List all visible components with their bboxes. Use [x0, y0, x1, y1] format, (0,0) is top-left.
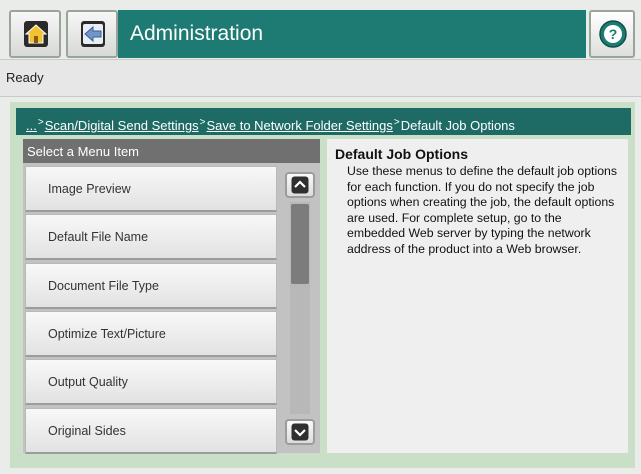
breadcrumb-ellipsis[interactable]: ... [26, 118, 37, 133]
menu-item-document-file-type[interactable]: Document File Type [25, 263, 277, 309]
menu-list: Image Preview Default File Name Document… [23, 163, 320, 454]
scrollbar-thumb[interactable] [291, 204, 309, 284]
menu-item-optimize-text-picture[interactable]: Optimize Text/Picture [25, 311, 277, 357]
scroll-up-button[interactable] [285, 172, 315, 198]
breadcrumb-scan-digital-send-settings[interactable]: Scan/Digital Send Settings [45, 118, 199, 133]
help-button[interactable]: ? [589, 10, 635, 58]
menu-item-output-quality[interactable]: Output Quality [25, 359, 277, 405]
back-arrow-icon [80, 20, 106, 48]
back-button[interactable] [66, 10, 118, 58]
menu-item-default-file-name[interactable]: Default File Name [25, 214, 277, 260]
breadcrumb-current: Default Job Options [400, 118, 515, 133]
home-icon [23, 20, 49, 48]
chevron-down-icon [291, 423, 309, 441]
status-text: Ready [0, 59, 641, 97]
chevron-up-icon [291, 176, 309, 194]
header-bar: Administration ? [0, 0, 641, 59]
menu-header: Select a Menu Item [23, 139, 320, 163]
breadcrumb: ...>Scan/Digital Send Settings>Save to N… [16, 108, 631, 135]
svg-text:?: ? [609, 26, 618, 42]
scroll-down-button[interactable] [285, 419, 315, 445]
info-panel: Default Job Options Use these menus to d… [327, 139, 628, 453]
page-title: Administration [118, 10, 586, 58]
menu-item-original-sides[interactable]: Original Sides [25, 408, 277, 454]
breadcrumb-separator: > [37, 117, 44, 128]
home-button[interactable] [9, 10, 61, 58]
breadcrumb-separator: > [393, 117, 400, 128]
help-question-icon: ? [599, 20, 627, 48]
info-description: Use these menus to define the default jo… [347, 164, 618, 256]
menu-item-image-preview[interactable]: Image Preview [25, 166, 277, 212]
info-title: Default Job Options [335, 146, 468, 162]
breadcrumb-separator: > [199, 117, 206, 128]
breadcrumb-save-to-network-folder-settings[interactable]: Save to Network Folder Settings [206, 118, 392, 133]
